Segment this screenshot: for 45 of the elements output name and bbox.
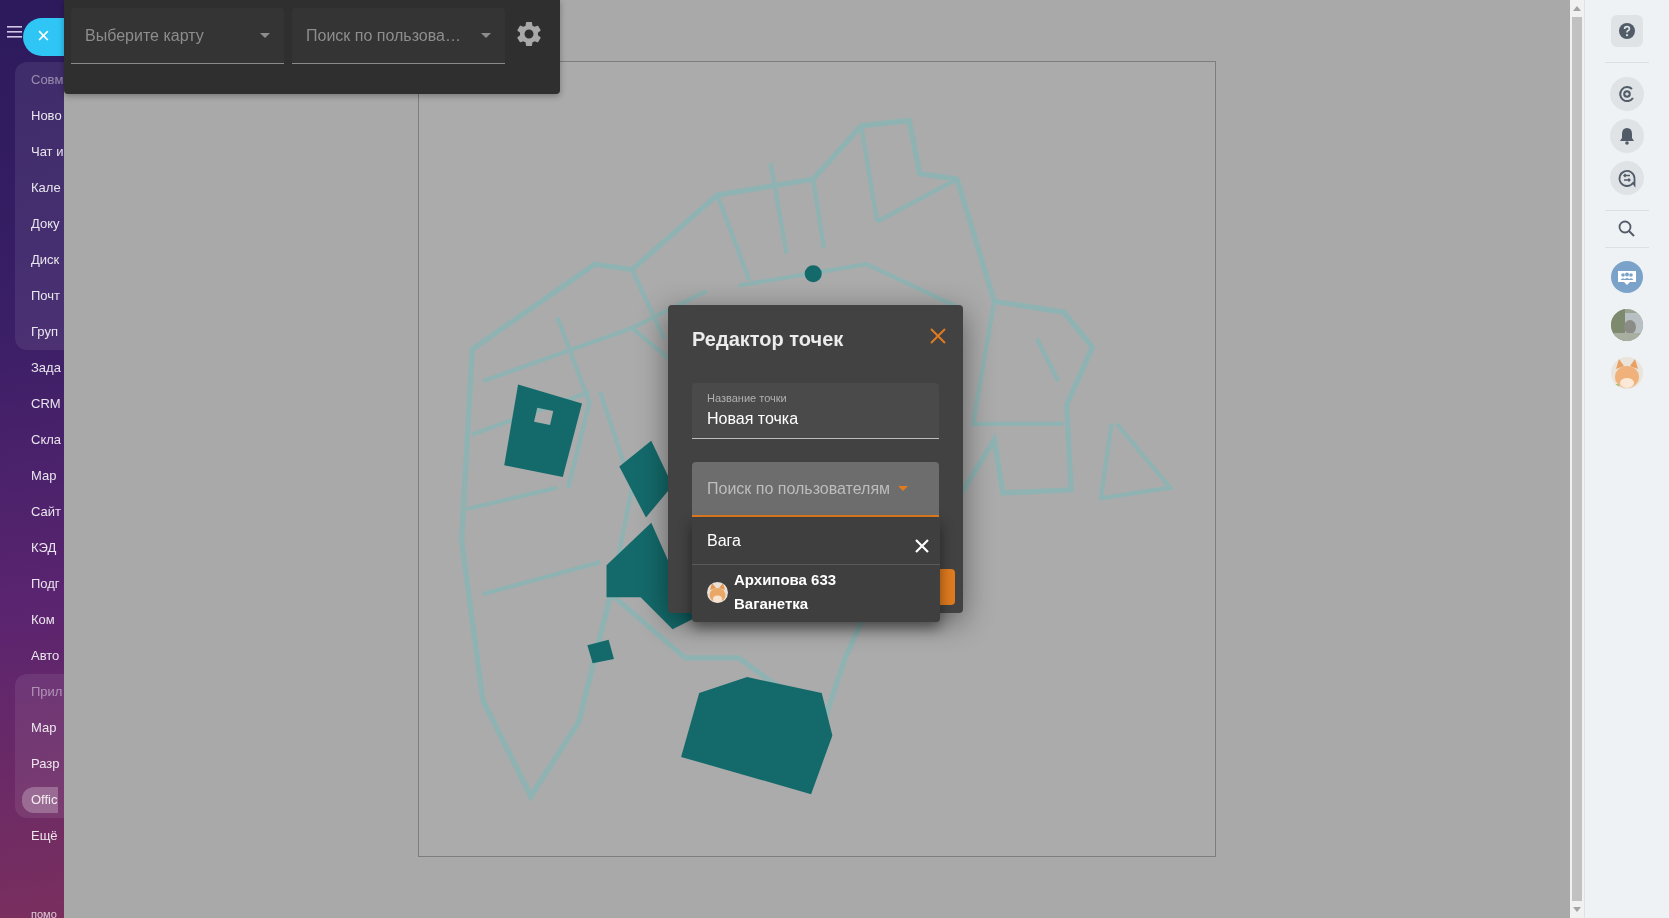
menu-item[interactable]: КЭД xyxy=(31,538,57,558)
menu-item[interactable]: Зада xyxy=(31,358,61,378)
map-select[interactable]: Выберите карту xyxy=(71,8,284,64)
menu-item[interactable]: CRM xyxy=(31,394,61,414)
help-button[interactable] xyxy=(1611,15,1643,47)
menu-item[interactable]: Чат и xyxy=(31,142,64,162)
dialog-title: Редактор точек xyxy=(692,327,845,351)
menu-item[interactable]: Ком xyxy=(31,610,55,630)
point-name-field[interactable]: Название точки Новая точка xyxy=(692,383,939,439)
menu-item[interactable]: Почт xyxy=(31,286,60,306)
menu-icon[interactable] xyxy=(7,26,22,38)
menu-item[interactable]: Мар xyxy=(31,718,57,738)
help-icon xyxy=(1618,22,1636,40)
menu-item[interactable]: Доку xyxy=(31,214,60,234)
menu-item[interactable]: Ново xyxy=(31,106,62,126)
bell-icon xyxy=(1619,127,1635,145)
menu-item[interactable]: Offic xyxy=(22,787,58,813)
copilot-icon xyxy=(1617,84,1637,104)
map-marker[interactable] xyxy=(804,265,822,283)
menu-item[interactable]: Груп xyxy=(31,322,58,342)
search-field[interactable]: Вага xyxy=(707,529,914,553)
user-option[interactable]: Архипова 633 Ваганетка xyxy=(692,565,940,622)
menu-item[interactable]: Разр xyxy=(31,754,60,774)
menu-item[interactable]: Скла xyxy=(31,430,62,450)
chat-button[interactable] xyxy=(1610,161,1644,195)
point-name-input[interactable]: Новая точка xyxy=(707,406,924,431)
menu-section-header: Совм xyxy=(31,71,64,90)
menu-section-header: Прил xyxy=(31,683,63,702)
settings-icon[interactable] xyxy=(517,22,541,46)
field-label: Название точки xyxy=(707,391,788,406)
chat-icon xyxy=(1617,168,1637,188)
copilot-button[interactable] xyxy=(1610,77,1644,111)
menu-item[interactable]: Кале xyxy=(31,178,61,198)
menu-item[interactable]: Сайт xyxy=(31,502,61,522)
menu-item[interactable]: Авто xyxy=(31,646,60,666)
notifications-button[interactable] xyxy=(1610,119,1644,153)
menu-item[interactable]: Мар xyxy=(31,466,57,486)
search-icon[interactable] xyxy=(1617,219,1637,239)
menu-footer-text: помо xyxy=(30,907,58,918)
scrollbar-thumb[interactable] xyxy=(1572,17,1582,901)
user-search-select[interactable]: Поиск по пользова… xyxy=(292,8,505,64)
menu-item[interactable]: Подг xyxy=(31,574,60,594)
menu-item[interactable]: Диск xyxy=(31,250,60,270)
group-chat-icon[interactable] xyxy=(1611,261,1643,293)
menu-item[interactable]: Ещё xyxy=(31,826,58,846)
